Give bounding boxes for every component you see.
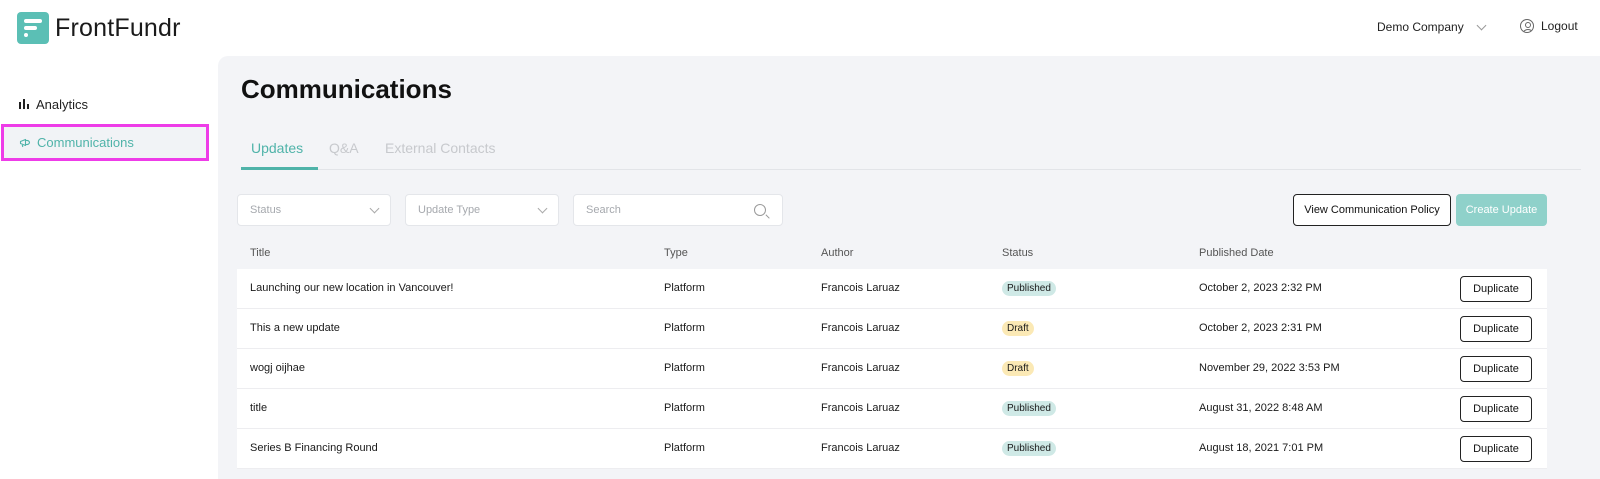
active-tab-indicator [241,167,318,170]
column-header-status: Status [1002,247,1034,259]
duplicate-button[interactable]: Duplicate [1460,276,1532,302]
row-type: Platform [664,362,705,374]
tab-bar: Updates Q&A External Contacts [241,130,1581,170]
tab-updates[interactable]: Updates [251,140,303,156]
column-header-author: Author [821,247,854,259]
table-row[interactable]: wogj oijhae Platform Francois Laruaz Dra… [237,349,1547,389]
status-badge: Published [1002,401,1056,416]
sidebar-item-label: Analytics [36,96,89,112]
company-selector[interactable]: Demo Company [1377,20,1487,34]
table-row[interactable]: title Platform Francois Laruaz Published… [237,389,1547,429]
row-type: Platform [664,322,705,334]
table-row[interactable]: Series B Financing Round Platform Franco… [237,429,1547,469]
row-author: Francois Laruaz [821,442,900,454]
duplicate-button[interactable]: Duplicate [1460,356,1532,382]
logout-label: Logout [1541,19,1578,33]
table-row[interactable]: Launching our new location in Vancouver!… [237,269,1547,309]
row-published-date: October 2, 2023 2:32 PM [1199,282,1322,294]
row-author: Francois Laruaz [821,282,900,294]
logout-button[interactable]: Logout [1520,19,1578,33]
table-header: Title Type Author Status Published Date [237,236,1547,269]
chevron-down-icon [1476,20,1487,30]
app-name: FrontFundr [55,13,181,42]
sidebar: Analytics Communications [0,56,218,479]
sidebar-item-label: Communications [37,135,134,150]
row-published-date: October 2, 2023 2:31 PM [1199,322,1322,334]
row-published-date: November 29, 2022 3:53 PM [1199,362,1340,374]
app-logo[interactable]: FrontFundr [17,12,181,44]
status-badge: Draft [1002,361,1034,376]
duplicate-button[interactable]: Duplicate [1460,436,1532,462]
chevron-down-icon [369,203,380,213]
row-title: title [250,402,268,414]
status-badge: Published [1002,281,1056,296]
logo-icon [17,12,49,44]
row-author: Francois Laruaz [821,362,900,374]
row-title: wogj oijhae [250,362,306,374]
duplicate-button[interactable]: Duplicate [1460,316,1532,342]
row-type: Platform [664,442,705,454]
row-published-date: August 18, 2021 7:01 PM [1199,442,1324,454]
view-communication-policy-button[interactable]: View Communication Policy [1293,194,1451,226]
row-published-date: August 31, 2022 8:48 AM [1199,402,1323,414]
status-filter[interactable]: Status [237,194,391,226]
tab-external-contacts[interactable]: External Contacts [385,140,496,156]
update-type-placeholder: Update Type [418,204,481,216]
row-title: Launching our new location in Vancouver! [250,282,454,294]
row-title: This a new update [250,322,340,334]
row-type: Platform [664,282,705,294]
tab-qa[interactable]: Q&A [329,140,359,156]
user-icon [1520,19,1534,33]
row-author: Francois Laruaz [821,322,900,334]
row-author: Francois Laruaz [821,402,900,414]
table-row[interactable]: This a new update Platform Francois Laru… [237,309,1547,349]
updates-table: Title Type Author Status Published Date … [237,236,1547,469]
search-input[interactable]: Search [573,194,783,226]
chevron-down-icon [537,203,548,213]
column-header-published-date: Published Date [1199,247,1274,259]
column-header-title: Title [250,247,271,259]
sidebar-item-analytics[interactable]: Analytics [0,86,210,122]
sidebar-item-communications[interactable]: Communications [1,124,209,161]
status-badge: Published [1002,441,1056,456]
duplicate-button[interactable]: Duplicate [1460,396,1532,422]
status-badge: Draft [1002,321,1034,336]
row-type: Platform [664,402,705,414]
company-name: Demo Company [1377,20,1464,34]
status-filter-placeholder: Status [250,204,282,216]
update-type-filter[interactable]: Update Type [405,194,559,226]
column-header-type: Type [664,247,688,259]
megaphone-icon [19,137,31,149]
bar-chart-icon [18,98,30,110]
search-icon[interactable] [754,204,766,216]
main-content: Communications Updates Q&A External Cont… [218,56,1600,479]
create-update-button[interactable]: Create Update [1456,194,1547,226]
top-header: FrontFundr Demo Company Logout [0,0,1600,56]
row-title: Series B Financing Round [250,442,378,454]
search-placeholder: Search [586,204,621,216]
page-title: Communications [241,74,452,104]
